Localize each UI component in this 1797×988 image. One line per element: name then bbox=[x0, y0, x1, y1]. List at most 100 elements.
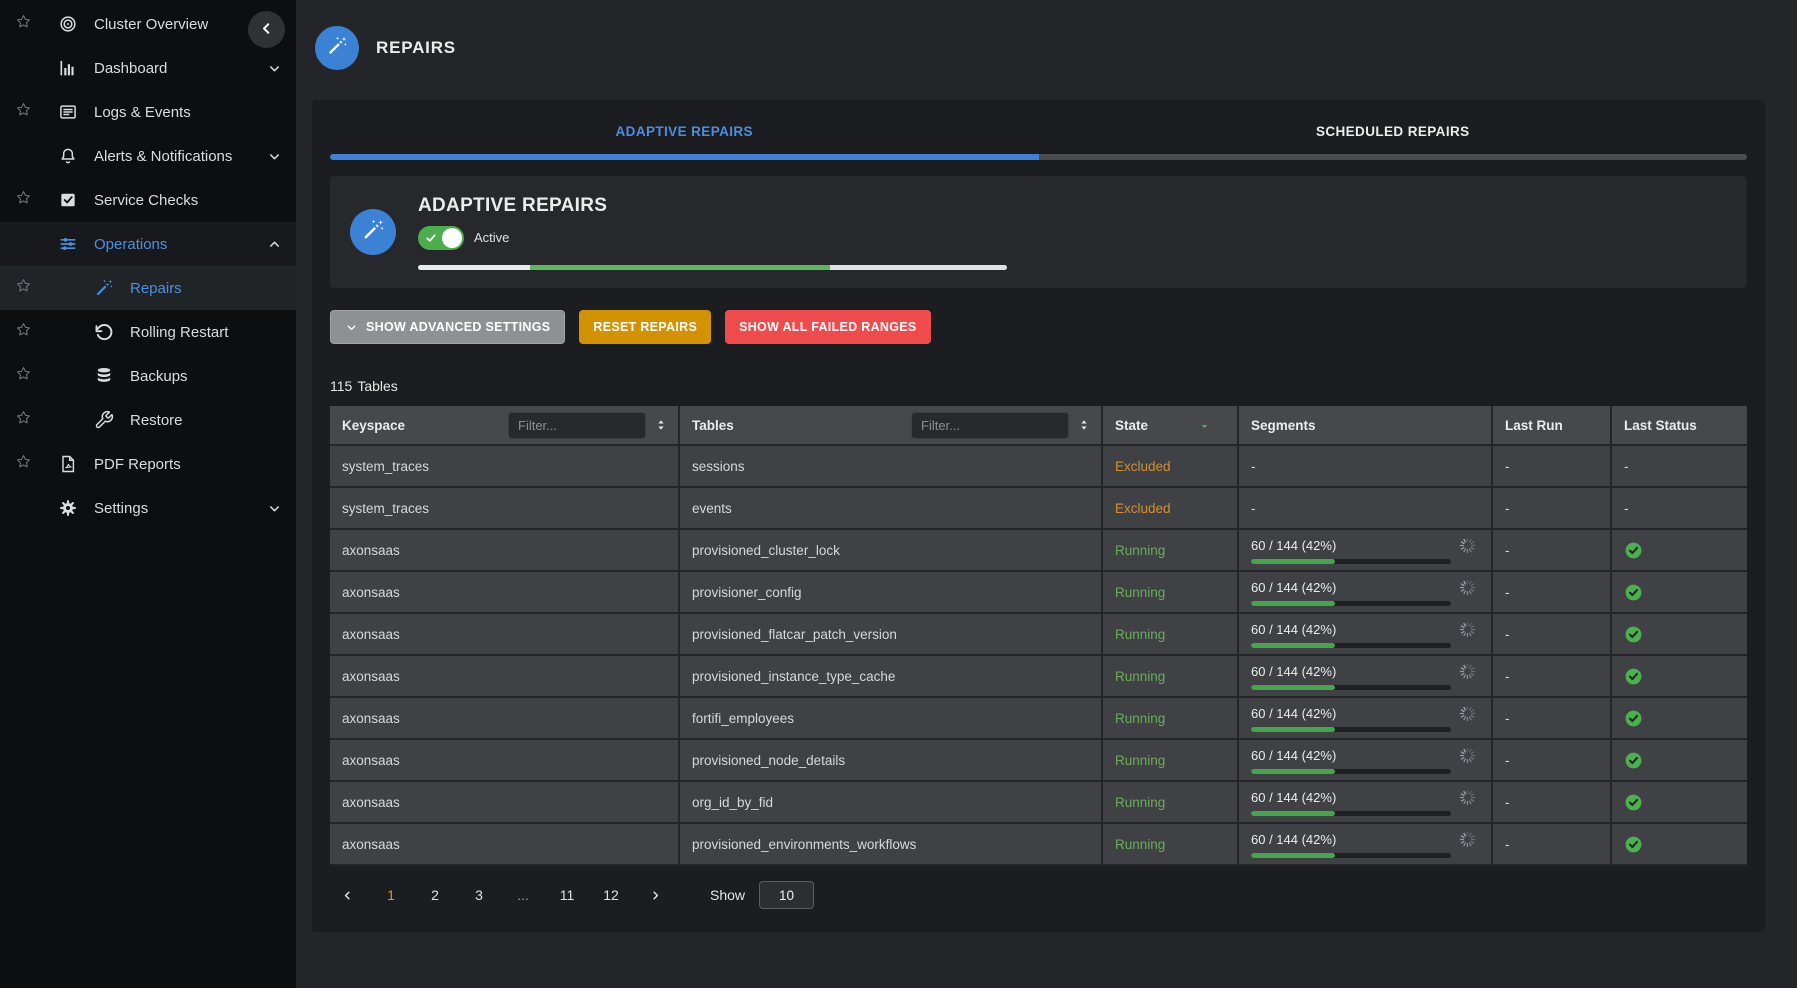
favorite-star-slot bbox=[0, 277, 46, 299]
spinner-icon bbox=[1458, 536, 1477, 555]
star-icon[interactable] bbox=[15, 101, 32, 123]
magic-wand-icon bbox=[326, 35, 348, 62]
page-size-select[interactable]: 10 bbox=[759, 881, 814, 909]
column-header-tables: Tables bbox=[680, 406, 1103, 446]
page-number[interactable]: 1 bbox=[376, 880, 406, 910]
cell-state: Running bbox=[1103, 614, 1239, 656]
cell-table: provisioner_config bbox=[680, 572, 1103, 614]
sidebar-item[interactable]: Alerts & Notifications bbox=[0, 134, 296, 178]
sidebar-collapse-button[interactable] bbox=[248, 11, 285, 48]
sidebar-item[interactable]: Rolling Restart bbox=[0, 310, 296, 354]
favorite-star-slot bbox=[0, 453, 46, 475]
segments-empty: - bbox=[1251, 459, 1256, 474]
page-number[interactable]: 3 bbox=[464, 880, 494, 910]
segments-text: 60 / 144 (42%) bbox=[1251, 748, 1336, 763]
tab[interactable]: SCHEDULED REPAIRS bbox=[1039, 124, 1748, 139]
page-size-label: Show bbox=[710, 887, 745, 903]
star-icon[interactable] bbox=[15, 189, 32, 211]
rotate-ccw-icon bbox=[92, 322, 116, 342]
segments-empty: - bbox=[1251, 501, 1256, 516]
next-page-button[interactable] bbox=[640, 880, 670, 910]
star-icon[interactable] bbox=[15, 453, 32, 475]
segments-text: 60 / 144 (42%) bbox=[1251, 832, 1336, 847]
prev-page-button[interactable] bbox=[332, 880, 362, 910]
sidebar-item-label: Logs & Events bbox=[94, 104, 282, 121]
action-button[interactable]: SHOW ALL FAILED RANGES bbox=[725, 310, 930, 344]
tab[interactable]: ADAPTIVE REPAIRS bbox=[330, 124, 1039, 139]
tables-filter-input[interactable] bbox=[911, 412, 1069, 439]
chevron-down-icon[interactable] bbox=[267, 501, 282, 516]
check-circle-icon bbox=[1624, 625, 1735, 644]
chevron-down-icon[interactable] bbox=[267, 61, 282, 76]
chevron-down-icon[interactable] bbox=[267, 149, 282, 164]
page-number[interactable]: 2 bbox=[420, 880, 450, 910]
table-header-row: Keyspace Tables bbox=[330, 406, 1747, 446]
state-badge: Running bbox=[1115, 837, 1165, 852]
sidebar-item[interactable]: Dashboard bbox=[0, 46, 296, 90]
tables-count-number: 115 bbox=[330, 378, 352, 394]
segments-text: 60 / 144 (42%) bbox=[1251, 538, 1336, 553]
cell-state: Running bbox=[1103, 572, 1239, 614]
sidebar-item[interactable]: Logs & Events bbox=[0, 90, 296, 134]
spinner-icon bbox=[1458, 704, 1477, 723]
cell-last-run: - bbox=[1493, 698, 1612, 740]
wrench-icon bbox=[92, 410, 116, 430]
cell-keyspace: axonsaas bbox=[330, 614, 680, 656]
state-badge: Running bbox=[1115, 711, 1165, 726]
cell-table: provisioned_instance_type_cache bbox=[680, 656, 1103, 698]
sidebar-item[interactable]: Backups bbox=[0, 354, 296, 398]
page-number[interactable]: 12 bbox=[596, 880, 626, 910]
table-row: axonsaas provisioned_node_details Runnin… bbox=[330, 740, 1747, 782]
star-icon[interactable] bbox=[15, 365, 32, 387]
app-root: Cluster Overview Dashboard Logs & Events bbox=[0, 0, 1797, 988]
star-icon[interactable] bbox=[15, 13, 32, 35]
cell-last-run: - bbox=[1493, 614, 1612, 656]
keyspace-filter-input[interactable] bbox=[508, 412, 646, 439]
sidebar-item-label: Service Checks bbox=[94, 192, 282, 209]
segments-progress-fill bbox=[1251, 685, 1335, 690]
segments-text: 60 / 144 (42%) bbox=[1251, 664, 1336, 679]
cell-table: provisioned_flatcar_patch_version bbox=[680, 614, 1103, 656]
action-button[interactable]: RESET REPAIRS bbox=[579, 310, 711, 344]
target-icon bbox=[56, 14, 80, 34]
adaptive-repairs-panel-body: ADAPTIVE REPAIRS Active bbox=[418, 195, 1727, 270]
sidebar-item[interactable]: Service Checks bbox=[0, 178, 296, 222]
sidebar-item[interactable]: Repairs bbox=[0, 266, 296, 310]
bar-chart-icon bbox=[56, 58, 80, 78]
sidebar-item[interactable]: Settings bbox=[0, 486, 296, 530]
tabs: ADAPTIVE REPAIRS SCHEDULED REPAIRS bbox=[330, 100, 1747, 139]
action-buttons: SHOW ADVANCED SETTINGS RESET REPAIRS SHO… bbox=[330, 310, 1747, 344]
action-button[interactable]: SHOW ADVANCED SETTINGS bbox=[330, 310, 565, 344]
check-circle-icon bbox=[1624, 751, 1735, 770]
chevron-up-icon[interactable] bbox=[267, 237, 282, 252]
tables-sort-button[interactable] bbox=[1077, 418, 1091, 432]
check-circle-icon bbox=[1624, 541, 1735, 560]
star-icon[interactable] bbox=[15, 321, 32, 343]
cell-last-run: - bbox=[1493, 656, 1612, 698]
sidebar-item[interactable]: Operations bbox=[0, 222, 296, 266]
table-row: axonsaas provisioner_config Running 60 /… bbox=[330, 572, 1747, 614]
segments-text: 60 / 144 (42%) bbox=[1251, 580, 1336, 595]
sidebar-item[interactable]: Restore bbox=[0, 398, 296, 442]
keyspace-sort-button[interactable] bbox=[654, 418, 668, 432]
page-number[interactable]: 11 bbox=[552, 880, 582, 910]
table-row: axonsaas fortifi_employees Running 60 / … bbox=[330, 698, 1747, 740]
state-badge: Running bbox=[1115, 627, 1165, 642]
sidebar-item-label: Dashboard bbox=[94, 60, 267, 77]
active-toggle[interactable] bbox=[418, 226, 464, 250]
cell-last-status bbox=[1612, 782, 1747, 824]
magic-wand-icon bbox=[361, 218, 385, 247]
star-icon[interactable] bbox=[15, 409, 32, 431]
star-icon[interactable] bbox=[15, 277, 32, 299]
cell-table: events bbox=[680, 488, 1103, 530]
file-pdf-icon bbox=[56, 454, 80, 474]
page-number[interactable]: ... bbox=[508, 880, 538, 910]
cell-segments: 60 / 144 (42%) bbox=[1239, 740, 1493, 782]
check-circle-icon bbox=[1624, 583, 1735, 602]
sidebar-item[interactable]: PDF Reports bbox=[0, 442, 296, 486]
cell-segments: 60 / 144 (42%) bbox=[1239, 614, 1493, 656]
state-sort-desc-button[interactable] bbox=[1198, 419, 1211, 432]
table-row: axonsaas provisioned_instance_type_cache… bbox=[330, 656, 1747, 698]
column-header-segments: Segments bbox=[1239, 406, 1493, 446]
spinner-icon bbox=[1458, 620, 1477, 639]
